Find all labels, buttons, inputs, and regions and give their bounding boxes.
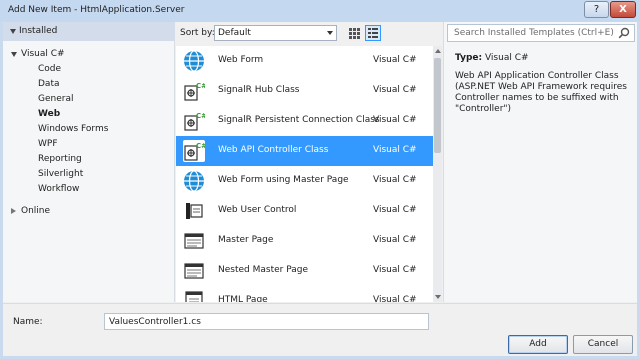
template-language: Visual C#	[373, 235, 417, 245]
tree-item-workflow[interactable]: Workflow	[38, 182, 168, 197]
signalr-class-icon: C#	[183, 140, 207, 162]
tree-header-installed[interactable]: Installed	[3, 22, 175, 41]
help-button[interactable]: ?	[584, 1, 609, 18]
search-icon[interactable]	[618, 27, 630, 39]
svg-text:C#: C#	[196, 112, 205, 120]
tree-item-data[interactable]: Data	[38, 77, 168, 92]
template-name: Web Form	[218, 55, 264, 65]
template-list-scrollbar[interactable]	[433, 46, 442, 302]
template-row[interactable]: Web Form Visual C#	[176, 46, 433, 76]
bottom-bar: Name: ValuesController1.cs Add Cancel	[3, 303, 637, 356]
small-icons-view-button[interactable]	[346, 25, 362, 41]
template-row[interactable]: HTML Page Visual C#	[176, 286, 433, 302]
template-row[interactable]: Nested Master Page Visual C#	[176, 256, 433, 286]
name-label: Name:	[13, 317, 43, 327]
medium-icons-view-button[interactable]	[365, 25, 381, 41]
template-row[interactable]: Web User Control Visual C#	[176, 196, 433, 226]
scroll-up-icon[interactable]	[435, 49, 441, 53]
template-language: Visual C#	[373, 145, 417, 155]
template-row[interactable]: C# Web API Controller Class Visual C#	[176, 136, 433, 166]
tree-item-silverlight[interactable]: Silverlight	[38, 167, 168, 182]
template-row[interactable]: Web Form using Master Page Visual C#	[176, 166, 433, 196]
master-page-icon	[183, 260, 205, 282]
collapse-arrow-icon[interactable]	[11, 208, 16, 214]
template-language: Visual C#	[373, 175, 417, 185]
scrollbar-thumb[interactable]	[434, 58, 441, 153]
master-page-icon	[183, 230, 205, 252]
title-bar: Add New Item - HtmlApplication.Server ? …	[0, 0, 640, 22]
sort-label: Sort by:	[180, 28, 215, 38]
search-templates-input[interactable]: Search Installed Templates (Ctrl+E)	[447, 24, 635, 42]
expand-arrow-icon[interactable]	[10, 29, 16, 34]
signalr-class-icon: C#	[183, 80, 207, 102]
template-language: Visual C#	[373, 85, 417, 95]
tree-item-code[interactable]: Code	[38, 62, 168, 77]
template-language: Visual C#	[373, 205, 417, 215]
tree-header-label: Installed	[19, 26, 58, 36]
globe-icon	[183, 50, 205, 72]
template-name: Web API Controller Class	[218, 145, 329, 155]
tree-item-label: Online	[21, 206, 51, 216]
tree-item-windows-forms[interactable]: Windows Forms	[38, 122, 168, 137]
name-field-value: ValuesController1.cs	[109, 317, 201, 327]
signalr-class-icon: C#	[183, 110, 207, 132]
tree-item-general[interactable]: General	[38, 92, 168, 107]
template-name: SignalR Hub Class	[218, 85, 300, 95]
template-language: Visual C#	[373, 295, 417, 302]
sort-toolbar: Sort by: Default	[176, 22, 441, 45]
list-view-icon	[368, 28, 378, 38]
type-value: Visual C#	[484, 53, 529, 63]
type-line: Type: Visual C#	[455, 53, 529, 63]
tree-item-label: Visual C#	[21, 49, 65, 59]
html-page-icon	[183, 290, 205, 302]
template-list: Web Form Visual C# C# SignalR Hub Class Visu…	[176, 46, 433, 302]
tree-item-web[interactable]: Web	[38, 107, 168, 122]
tree-item-visual-csharp[interactable]: Visual C#	[11, 47, 171, 62]
details-panel: Search Installed Templates (Ctrl+E) Type…	[443, 22, 637, 302]
scroll-down-icon[interactable]	[435, 295, 441, 299]
name-field[interactable]: ValuesController1.cs	[104, 313, 429, 330]
search-placeholder: Search Installed Templates (Ctrl+E)	[454, 28, 614, 38]
template-name: Master Page	[218, 235, 274, 245]
svg-text:C#: C#	[196, 142, 205, 150]
chevron-down-icon	[327, 31, 333, 35]
template-description: Web API Application Controller Class (AS…	[455, 71, 627, 114]
category-tree: Installed Visual C# Code Data General Web Wi…	[3, 22, 175, 302]
template-name: Web User Control	[218, 205, 297, 215]
user-control-icon	[183, 200, 205, 222]
dialog-window: Add New Item - HtmlApplication.Server ? …	[0, 0, 640, 359]
template-name: Nested Master Page	[218, 265, 308, 275]
expand-arrow-icon[interactable]	[11, 52, 17, 57]
template-language: Visual C#	[373, 115, 417, 125]
template-row[interactable]: Master Page Visual C#	[176, 226, 433, 256]
tree-item-wpf[interactable]: WPF	[38, 137, 168, 152]
template-row[interactable]: C# SignalR Hub Class Visual C#	[176, 76, 433, 106]
sort-dropdown[interactable]: Default	[214, 25, 337, 41]
template-language: Visual C#	[373, 55, 417, 65]
template-name: HTML Page	[218, 295, 268, 302]
template-row[interactable]: C# SignalR Persistent Connection ClassVis…	[176, 106, 433, 136]
type-label: Type:	[455, 53, 483, 63]
tree-item-reporting[interactable]: Reporting	[38, 152, 168, 167]
globe-icon	[183, 170, 205, 192]
close-button[interactable]: X	[610, 1, 636, 18]
template-name: Web Form using Master Page	[218, 175, 349, 185]
grid-view-icon	[349, 28, 360, 39]
window-title: Add New Item - HtmlApplication.Server	[8, 5, 185, 15]
template-name: SignalR Persistent Connection Class	[218, 115, 380, 125]
sort-value: Default	[218, 28, 251, 38]
dialog-client: Installed Visual C# Code Data General Web Wi…	[3, 22, 637, 356]
cancel-button[interactable]: Cancel	[573, 335, 633, 354]
tree-item-online[interactable]: Online	[11, 204, 171, 219]
add-button[interactable]: Add	[508, 335, 568, 354]
template-language: Visual C#	[373, 265, 417, 275]
svg-text:C#: C#	[196, 82, 205, 90]
